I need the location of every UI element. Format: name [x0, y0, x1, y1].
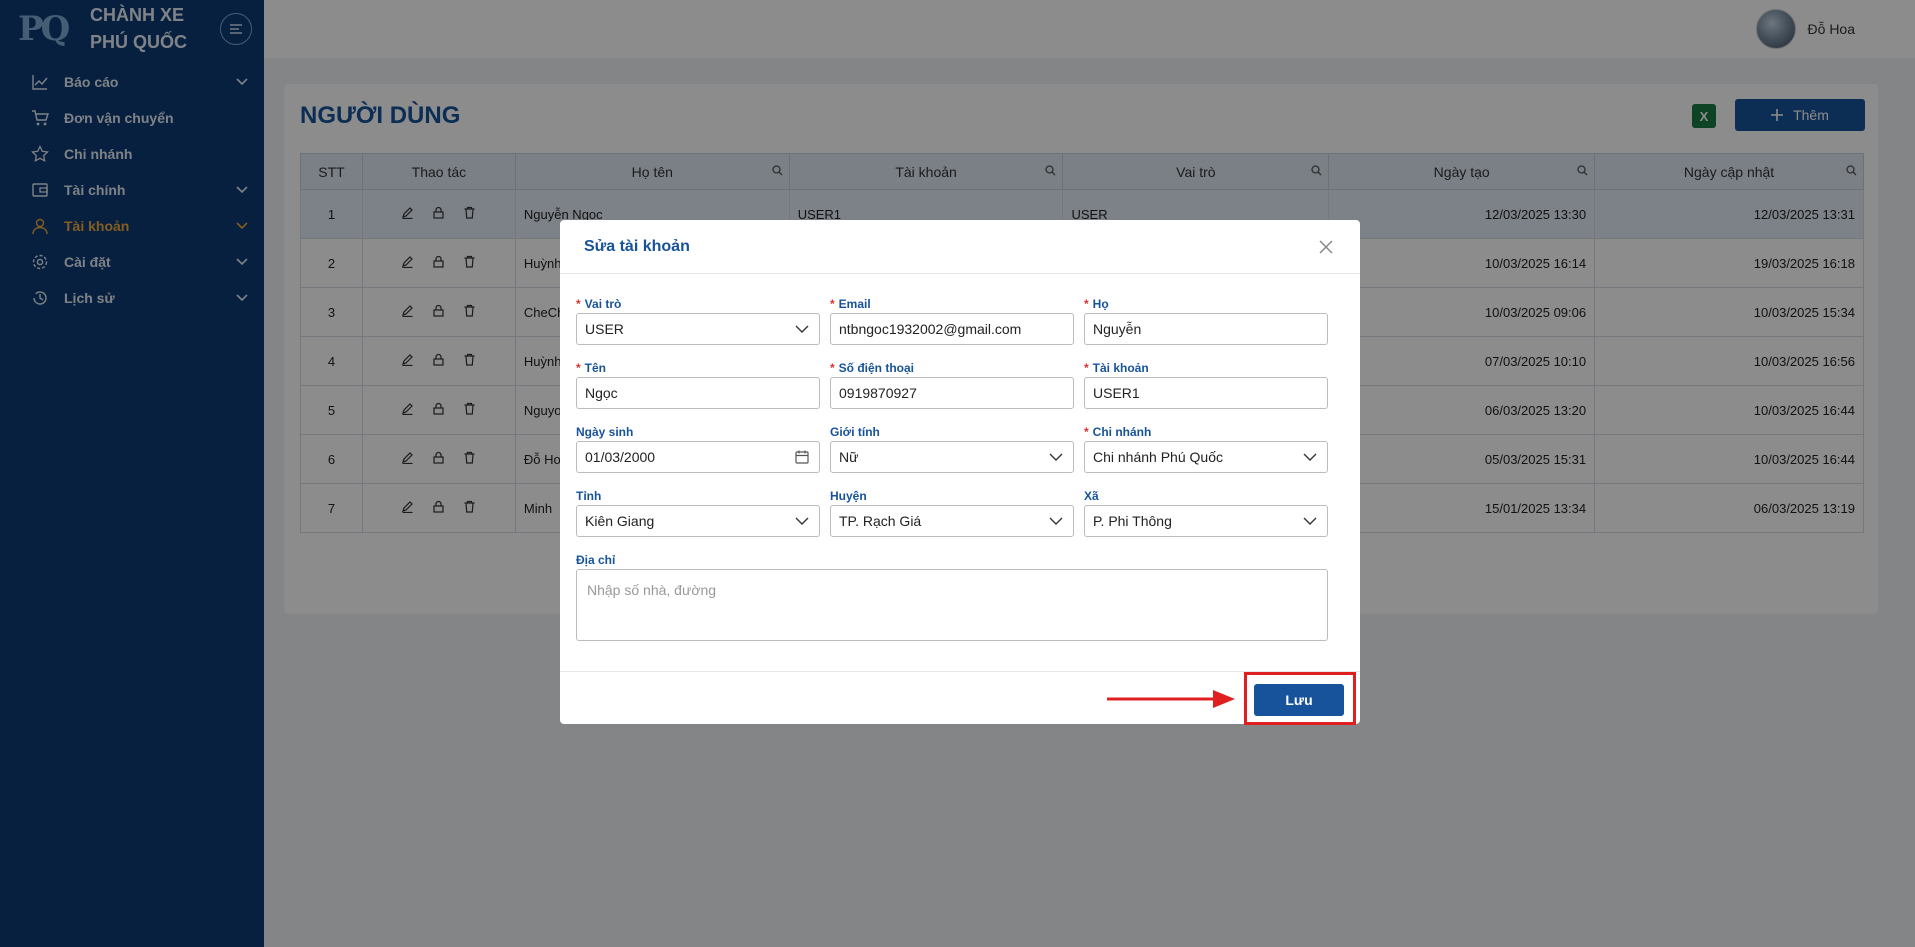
first-name-input[interactable]: Ngọc — [576, 377, 820, 409]
branch-field: * Chi nhánh Chi nhánh Phú Quốc — [1084, 424, 1328, 473]
phone-field: * Số điện thoại 0919870927 — [830, 360, 1074, 409]
district-field: Huyện TP. Rạch Giá — [830, 488, 1074, 537]
calendar-icon — [793, 450, 811, 464]
province-select[interactable]: Kiên Giang — [576, 505, 820, 537]
ward-select[interactable]: P. Phi Thông — [1084, 505, 1328, 537]
chevron-down-icon — [793, 517, 811, 525]
district-value: TP. Rạch Giá — [839, 513, 922, 529]
edit-account-form: * Vai trò USER * Email ntbngoc1932002@gmai… — [576, 296, 1328, 641]
edit-account-modal: Sửa tài khoản * Vai trò USER * Email ntbng… — [560, 220, 1360, 724]
account-field: * Tài khoản USER1 — [1084, 360, 1328, 409]
first-name-label: Tên — [584, 361, 607, 375]
modal-header: Sửa tài khoản — [560, 220, 1360, 274]
phone-input[interactable]: 0919870927 — [830, 377, 1074, 409]
district-select[interactable]: TP. Rạch Giá — [830, 505, 1074, 537]
chevron-down-icon — [793, 325, 811, 333]
close-icon — [1319, 239, 1333, 254]
last-name-input[interactable]: Nguyễn — [1084, 313, 1328, 345]
first-name-value: Ngọc — [585, 385, 618, 401]
gender-label: Giới tính — [830, 425, 880, 439]
account-value: USER1 — [1093, 385, 1140, 401]
district-label: Huyện — [830, 489, 867, 503]
chevron-down-icon — [1047, 453, 1065, 461]
arrow-annotation — [1107, 690, 1235, 708]
chevron-down-icon — [1301, 453, 1319, 461]
phone-value: 0919870927 — [839, 385, 917, 401]
last-name-field: * Họ Nguyễn — [1084, 296, 1328, 345]
modal-title: Sửa tài khoản — [584, 237, 690, 255]
dob-datepicker[interactable]: 01/03/2000 — [576, 441, 820, 473]
province-value: Kiên Giang — [585, 513, 655, 529]
province-field: Tỉnh Kiên Giang — [576, 488, 820, 537]
close-button[interactable] — [1316, 237, 1336, 257]
first-name-field: * Tên Ngọc — [576, 360, 820, 409]
chevron-down-icon — [1047, 517, 1065, 525]
ward-value: P. Phi Thông — [1093, 513, 1172, 529]
dob-field: Ngày sinh 01/03/2000 — [576, 424, 820, 473]
address-field: Địa chỉ Nhập số nhà, đường — [576, 552, 1328, 641]
gender-select[interactable]: Nữ — [830, 441, 1074, 473]
gender-field: Giới tính Nữ — [830, 424, 1074, 473]
chevron-down-icon — [1301, 517, 1319, 525]
email-value: ntbngoc1932002@gmail.com — [839, 321, 1022, 337]
email-label: Email — [838, 297, 871, 311]
address-textarea[interactable]: Nhập số nhà, đường — [576, 569, 1328, 641]
ward-field: Xã P. Phi Thông — [1084, 488, 1328, 537]
branch-label: Chi nhánh — [1092, 425, 1152, 439]
email-field: * Email ntbngoc1932002@gmail.com — [830, 296, 1074, 345]
phone-label: Số điện thoại — [838, 361, 915, 375]
role-select[interactable]: USER — [576, 313, 820, 345]
branch-select[interactable]: Chi nhánh Phú Quốc — [1084, 441, 1328, 473]
last-name-label: Họ — [1092, 297, 1109, 311]
role-value: USER — [585, 321, 624, 337]
email-input[interactable]: ntbngoc1932002@gmail.com — [830, 313, 1074, 345]
province-label: Tỉnh — [576, 489, 602, 503]
dob-value: 01/03/2000 — [585, 449, 656, 465]
account-label: Tài khoản — [1092, 361, 1149, 375]
address-label: Địa chỉ — [576, 553, 616, 567]
gender-value: Nữ — [839, 449, 859, 465]
last-name-value: Nguyễn — [1093, 321, 1142, 337]
account-input[interactable]: USER1 — [1084, 377, 1328, 409]
role-field: * Vai trò USER — [576, 296, 820, 345]
ward-label: Xã — [1084, 489, 1099, 503]
highlight-box — [1244, 672, 1356, 725]
role-label: Vai trò — [584, 297, 622, 311]
dob-label: Ngày sinh — [576, 425, 634, 439]
branch-value: Chi nhánh Phú Quốc — [1093, 449, 1223, 465]
